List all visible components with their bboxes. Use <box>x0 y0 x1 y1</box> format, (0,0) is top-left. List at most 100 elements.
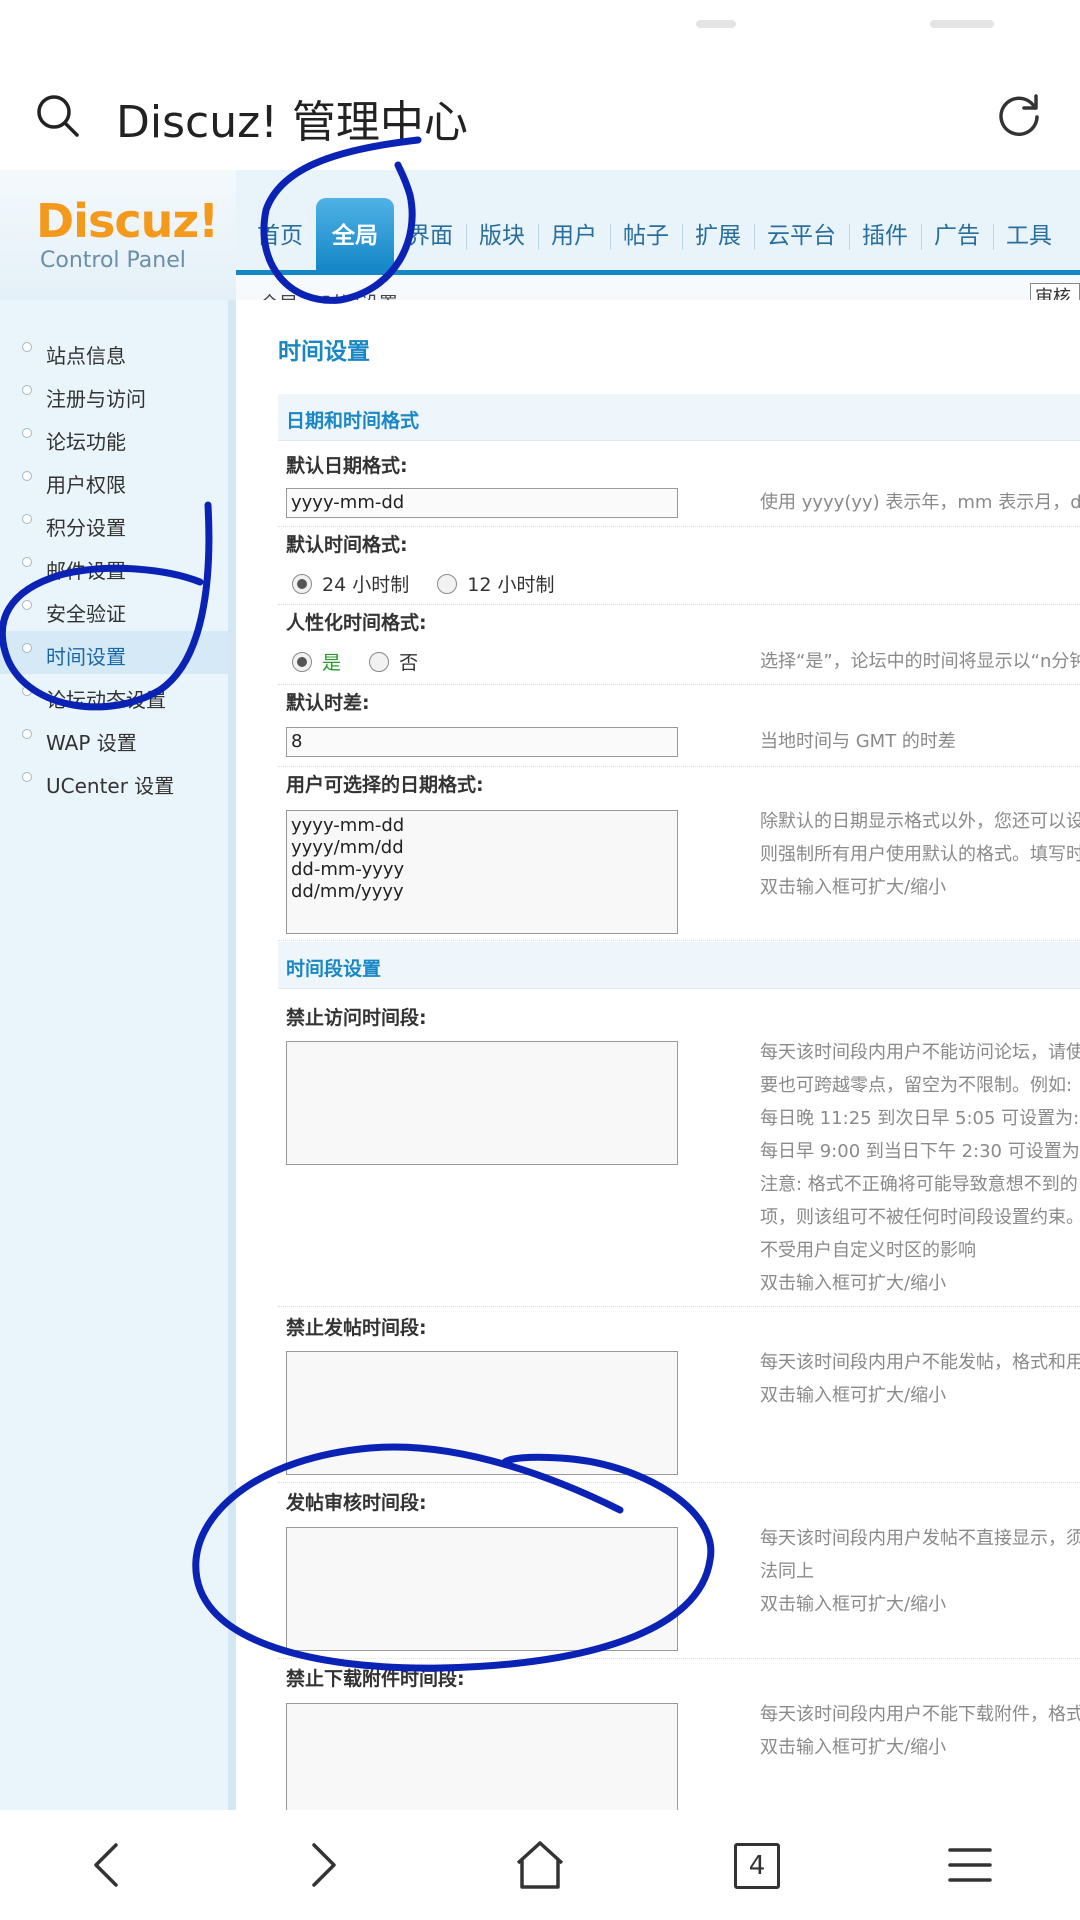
menu-icon[interactable] <box>940 1835 1000 1895</box>
divider <box>278 1306 1080 1307</box>
download-ban-label: 禁止下载附件时间段: <box>286 1668 465 1690</box>
section-header-time-period: 时间段设置 <box>278 942 1080 989</box>
timezone-input[interactable]: 8 <box>286 727 678 757</box>
forward-icon[interactable] <box>292 1835 352 1895</box>
sidebar: 站点信息 注册与访问 论坛功能 用户权限 积分设置 邮件设置 安全验证 时间设置… <box>0 300 236 1810</box>
post-audit-textarea[interactable] <box>286 1527 678 1651</box>
post-ban-help-2: 双击输入框可扩大/缩小 <box>760 1385 947 1406</box>
divider <box>278 766 1080 767</box>
nav-topic[interactable]: 帖子 <box>610 220 682 270</box>
sidebar-item-label: WAP 设置 <box>46 731 137 755</box>
bullet-icon <box>22 686 32 696</box>
sidebar-item-label: 积分设置 <box>46 516 126 540</box>
visit-ban-label: 禁止访问时间段: <box>286 1007 427 1029</box>
sidebar-item-credits[interactable]: 积分设置 <box>0 502 228 545</box>
search-icon[interactable] <box>34 92 80 138</box>
post-audit-help-1: 每天该时间段内用户发帖不直接显示，须 <box>760 1528 1080 1549</box>
sidebar-item-label: UCenter 设置 <box>46 774 175 798</box>
time-format-label: 默认时间格式: <box>286 534 408 556</box>
bullet-icon <box>22 342 32 352</box>
visit-ban-help-1: 每天该时间段内用户不能访问论坛，请使 <box>760 1042 1080 1063</box>
date-format-help: 使用 yyyy(yy) 表示年，mm 表示月，dd <box>760 492 1080 513</box>
home-icon[interactable] <box>510 1835 570 1895</box>
nav-cloud[interactable]: 云平台 <box>754 220 849 270</box>
divider <box>278 604 1080 605</box>
divider <box>278 526 1080 527</box>
bullet-icon <box>22 385 32 395</box>
time-format-options: 24 小时制 12 小时制 <box>292 570 576 597</box>
visit-ban-help-4: 每日早 9:00 到当日下午 2:30 可设置为: <box>760 1141 1080 1162</box>
radio-no[interactable] <box>369 651 390 672</box>
date-format-input[interactable]: yyyy-mm-dd <box>286 488 678 518</box>
radio-no-label[interactable]: 否 <box>399 652 418 674</box>
main-content: 时间设置 日期和时间格式 默认日期格式: yyyy-mm-dd 使用 yyyy(… <box>236 300 1080 1810</box>
divider <box>278 940 1080 941</box>
sidebar-item-time[interactable]: 时间设置 <box>0 631 228 674</box>
nav-extended[interactable]: 扩展 <box>682 220 754 270</box>
download-ban-help-1: 每天该时间段内用户不能下载附件，格式 <box>760 1704 1080 1725</box>
section-title: 日期和时间格式 <box>286 410 420 432</box>
bullet-icon <box>22 643 32 653</box>
discuz-logo[interactable]: Discuz! <box>36 194 219 248</box>
nav-global[interactable]: 全局 <box>316 198 394 270</box>
section-header-date-format: 日期和时间格式 <box>278 394 1080 441</box>
tabs-button[interactable]: 4 <box>726 1835 786 1895</box>
sidebar-item-ucenter[interactable]: UCenter 设置 <box>0 760 228 803</box>
bullet-icon <box>22 729 32 739</box>
sidebar-item-label: 注册与访问 <box>46 387 146 411</box>
nav-style[interactable]: 界面 <box>394 220 466 270</box>
page-heading: 时间设置 <box>278 339 370 365</box>
post-ban-textarea[interactable] <box>286 1351 678 1475</box>
status-indicator <box>930 20 994 28</box>
bullet-icon <box>22 772 32 782</box>
radio-24h[interactable] <box>292 573 312 594</box>
sidebar-item-mail[interactable]: 邮件设置 <box>0 545 228 588</box>
visit-ban-help-7: 不受用户自定义时区的影响 <box>760 1240 976 1261</box>
browser-toolbar: Discuz! 管理中心 <box>0 60 1080 170</box>
nav-ads[interactable]: 广告 <box>921 220 993 270</box>
user-formats-help-1: 除默认的日期显示格式以外，您还可以设 <box>760 811 1080 832</box>
divider <box>278 1658 1080 1659</box>
timezone-label: 默认时差: <box>286 692 370 714</box>
back-icon[interactable] <box>78 1835 138 1895</box>
nav-home[interactable]: 首页 <box>244 220 316 270</box>
sidebar-item-register[interactable]: 注册与访问 <box>0 373 228 416</box>
radio-yes-label[interactable]: 是 <box>322 652 341 674</box>
nav-tools[interactable]: 工具 <box>993 220 1065 270</box>
visit-ban-help-3: 每日晚 11:25 到次日早 5:05 可设置为: 2 <box>760 1108 1080 1129</box>
visit-ban-textarea[interactable] <box>286 1041 678 1165</box>
post-audit-help-2: 法同上 <box>760 1561 814 1582</box>
nav-plugin[interactable]: 插件 <box>849 220 921 270</box>
page-title-bar[interactable]: Discuz! 管理中心 <box>116 86 468 150</box>
divider <box>278 1482 1080 1483</box>
radio-12h-label[interactable]: 12 小时制 <box>467 574 554 596</box>
post-audit-help-3: 双击输入框可扩大/缩小 <box>760 1594 947 1615</box>
sidebar-item-permissions[interactable]: 用户权限 <box>0 459 228 502</box>
download-ban-textarea[interactable] <box>286 1703 678 1810</box>
sidebar-item-wap[interactable]: WAP 设置 <box>0 717 228 760</box>
sidebar-item-label: 用户权限 <box>46 473 126 497</box>
nav-user[interactable]: 用户 <box>538 220 610 270</box>
sidebar-item-site-info[interactable]: 站点信息 <box>0 330 228 373</box>
sidebar-item-label: 论坛功能 <box>46 430 126 454</box>
visit-ban-help-8: 双击输入框可扩大/缩小 <box>760 1273 947 1294</box>
humanized-options: 是 否 <box>292 648 440 675</box>
bullet-icon <box>22 557 32 567</box>
bullet-icon <box>22 600 32 610</box>
sidebar-item-label: 论坛动态设置 <box>46 688 166 712</box>
radio-24h-label[interactable]: 24 小时制 <box>322 574 409 596</box>
post-audit-label: 发帖审核时间段: <box>286 1492 427 1514</box>
humanized-label: 人性化时间格式: <box>286 612 427 634</box>
nav-forum[interactable]: 版块 <box>466 220 538 270</box>
radio-yes[interactable] <box>292 651 312 672</box>
sidebar-item-security[interactable]: 安全验证 <box>0 588 228 631</box>
post-ban-help-1: 每天该时间段内用户不能发帖，格式和用 <box>760 1352 1080 1373</box>
logo-subtitle: Control Panel <box>40 248 186 273</box>
user-formats-textarea[interactable]: yyyy-mm-dd yyyy/mm/dd dd-mm-yyyy dd/mm/y… <box>286 810 678 934</box>
sidebar-item-forum-features[interactable]: 论坛功能 <box>0 416 228 459</box>
reload-icon[interactable] <box>994 90 1044 140</box>
sidebar-item-feed[interactable]: 论坛动态设置 <box>0 674 228 717</box>
user-formats-label: 用户可选择的日期格式: <box>286 774 484 796</box>
humanized-help: 选择“是”，论坛中的时间将显示以“n分钟 <box>760 651 1080 672</box>
radio-12h[interactable] <box>437 573 458 594</box>
